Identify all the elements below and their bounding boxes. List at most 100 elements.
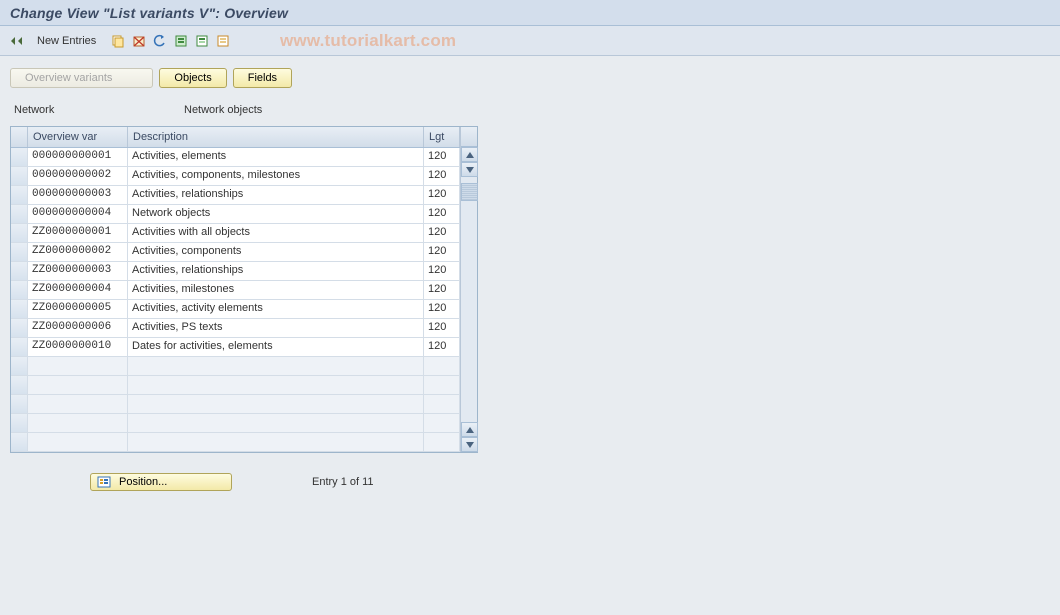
cell-description[interactable]: Activities, activity elements [128, 300, 424, 318]
table-row[interactable]: 000000000001Activities, elements120 [11, 148, 460, 167]
cell-overview-var[interactable] [28, 376, 128, 394]
table-row[interactable]: 000000000003Activities, relationships120 [11, 186, 460, 205]
table-row[interactable]: ZZ0000000005Activities, activity element… [11, 300, 460, 319]
cell-lgt[interactable]: 120 [424, 319, 460, 337]
cell-overview-var[interactable]: 000000000004 [28, 205, 128, 223]
position-button[interactable]: Position... [90, 473, 232, 491]
table-row[interactable]: 000000000002Activities, components, mile… [11, 167, 460, 186]
objects-button[interactable]: Objects [159, 68, 226, 88]
row-selector[interactable] [11, 357, 28, 375]
cell-description[interactable]: Activities, components, milestones [128, 167, 424, 185]
table-row[interactable]: ZZ0000000003Activities, relationships120 [11, 262, 460, 281]
cell-lgt[interactable]: 120 [424, 167, 460, 185]
row-selector[interactable] [11, 300, 28, 318]
toggle-expand-icon[interactable] [8, 32, 26, 50]
cell-overview-var[interactable]: 000000000001 [28, 148, 128, 166]
table-row[interactable]: ZZ0000000004Activities, milestones120 [11, 281, 460, 300]
select-all-icon[interactable] [172, 32, 190, 50]
cell-overview-var[interactable] [28, 357, 128, 375]
overview-variants-button[interactable]: Overview variants [10, 68, 153, 88]
cell-lgt[interactable]: 120 [424, 205, 460, 223]
row-selector[interactable] [11, 148, 28, 166]
cell-description[interactable] [128, 414, 424, 432]
cell-description[interactable]: Activities, milestones [128, 281, 424, 299]
row-selector[interactable] [11, 376, 28, 394]
delete-icon[interactable] [130, 32, 148, 50]
cell-overview-var[interactable] [28, 433, 128, 451]
cell-description[interactable] [128, 376, 424, 394]
table-row-empty[interactable] [11, 433, 460, 452]
vertical-scrollbar[interactable] [460, 127, 477, 452]
cell-overview-var[interactable]: 000000000002 [28, 167, 128, 185]
cell-lgt[interactable] [424, 395, 460, 413]
cell-overview-var[interactable]: ZZ0000000001 [28, 224, 128, 242]
new-entries-button[interactable]: New Entries [31, 33, 102, 49]
col-selector[interactable] [11, 127, 28, 147]
scroll-grip-icon[interactable] [461, 183, 478, 201]
row-selector[interactable] [11, 205, 28, 223]
cell-overview-var[interactable]: ZZ0000000006 [28, 319, 128, 337]
row-selector[interactable] [11, 395, 28, 413]
cell-description[interactable]: Activities, components [128, 243, 424, 261]
cell-description[interactable]: Network objects [128, 205, 424, 223]
cell-lgt[interactable]: 120 [424, 281, 460, 299]
cell-description[interactable] [128, 357, 424, 375]
table-row[interactable]: ZZ0000000001Activities with all objects1… [11, 224, 460, 243]
cell-overview-var[interactable]: ZZ0000000005 [28, 300, 128, 318]
cell-overview-var[interactable]: ZZ0000000004 [28, 281, 128, 299]
table-row[interactable]: ZZ0000000006Activities, PS texts120 [11, 319, 460, 338]
row-selector[interactable] [11, 414, 28, 432]
col-overview-var[interactable]: Overview var [28, 127, 128, 147]
cell-lgt[interactable]: 120 [424, 224, 460, 242]
cell-lgt[interactable]: 120 [424, 262, 460, 280]
row-selector[interactable] [11, 338, 28, 356]
scroll-down2-icon[interactable] [461, 437, 478, 452]
table-row[interactable]: ZZ0000000010Dates for activities, elemen… [11, 338, 460, 357]
scroll-up2-icon[interactable] [461, 422, 478, 437]
cell-description[interactable]: Activities, relationships [128, 186, 424, 204]
row-selector[interactable] [11, 433, 28, 451]
cell-overview-var[interactable]: ZZ0000000003 [28, 262, 128, 280]
cell-description[interactable]: Activities, relationships [128, 262, 424, 280]
cell-overview-var[interactable]: ZZ0000000002 [28, 243, 128, 261]
table-row[interactable]: ZZ0000000002Activities, components120 [11, 243, 460, 262]
cell-lgt[interactable] [424, 433, 460, 451]
cell-overview-var[interactable]: ZZ0000000010 [28, 338, 128, 356]
scroll-up-icon[interactable] [461, 147, 478, 162]
row-selector[interactable] [11, 243, 28, 261]
undo-icon[interactable] [151, 32, 169, 50]
cell-lgt[interactable] [424, 357, 460, 375]
cell-description[interactable]: Activities with all objects [128, 224, 424, 242]
cell-description[interactable]: Activities, PS texts [128, 319, 424, 337]
row-selector[interactable] [11, 319, 28, 337]
cell-lgt[interactable]: 120 [424, 186, 460, 204]
cell-lgt[interactable] [424, 414, 460, 432]
cell-lgt[interactable]: 120 [424, 148, 460, 166]
table-row-empty[interactable] [11, 376, 460, 395]
col-description[interactable]: Description [128, 127, 424, 147]
cell-overview-var[interactable]: 000000000003 [28, 186, 128, 204]
scroll-down-icon[interactable] [461, 162, 478, 177]
cell-description[interactable]: Activities, elements [128, 148, 424, 166]
col-lgt[interactable]: Lgt [424, 127, 460, 147]
row-selector[interactable] [11, 186, 28, 204]
cell-lgt[interactable]: 120 [424, 338, 460, 356]
cell-overview-var[interactable] [28, 395, 128, 413]
cell-description[interactable]: Dates for activities, elements [128, 338, 424, 356]
fields-button[interactable]: Fields [233, 68, 292, 88]
cell-overview-var[interactable] [28, 414, 128, 432]
row-selector[interactable] [11, 281, 28, 299]
cell-description[interactable] [128, 395, 424, 413]
row-selector[interactable] [11, 224, 28, 242]
cell-lgt[interactable]: 120 [424, 300, 460, 318]
table-row-empty[interactable] [11, 395, 460, 414]
copy-icon[interactable] [109, 32, 127, 50]
select-block-icon[interactable] [193, 32, 211, 50]
cell-description[interactable] [128, 433, 424, 451]
row-selector[interactable] [11, 167, 28, 185]
deselect-all-icon[interactable] [214, 32, 232, 50]
row-selector[interactable] [11, 262, 28, 280]
cell-lgt[interactable]: 120 [424, 243, 460, 261]
table-row-empty[interactable] [11, 414, 460, 433]
cell-lgt[interactable] [424, 376, 460, 394]
